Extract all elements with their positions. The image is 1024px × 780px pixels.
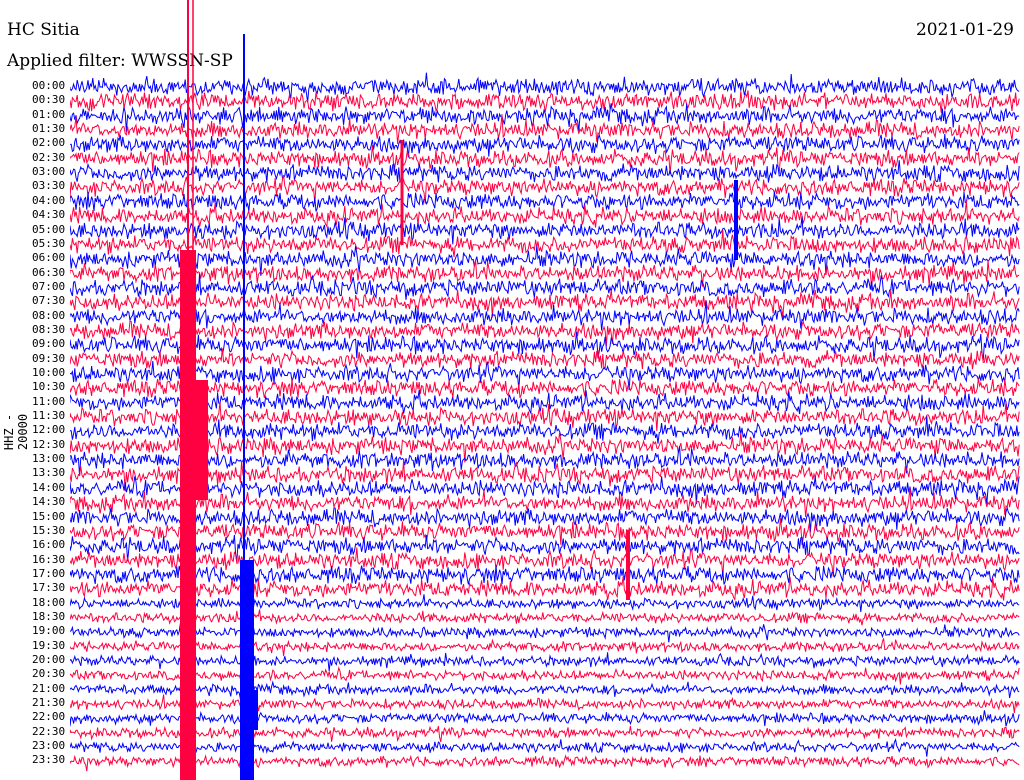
time-label: 08:30	[32, 322, 66, 336]
time-axis-labels: 00:00 00:30 01:00 01:30 02:00 02:30 03:00 03:30…	[0, 0, 66, 780]
time-label: 11:00	[32, 394, 66, 408]
time-label: 06:30	[32, 265, 66, 279]
time-label: 16:00	[32, 538, 66, 552]
trace-line	[70, 738, 1020, 757]
time-label: 20:30	[32, 667, 66, 681]
time-label: 07:00	[32, 279, 66, 293]
time-label: 07:30	[32, 294, 66, 308]
time-label: 11:30	[32, 409, 66, 423]
event-burst	[240, 560, 254, 780]
trace-line	[70, 609, 1020, 626]
time-label: 18:00	[32, 595, 66, 609]
time-label: 02:30	[32, 150, 66, 164]
time-label: 12:30	[32, 437, 66, 451]
time-label: 15:30	[32, 523, 66, 537]
time-label: 23:30	[32, 753, 66, 767]
time-label: 01:30	[32, 122, 66, 136]
time-label: 09:30	[32, 351, 66, 365]
trace-line	[70, 378, 1020, 399]
trace-line	[70, 680, 1020, 699]
event-burst	[194, 380, 208, 500]
time-label: 15:00	[32, 509, 66, 523]
time-label: 01:00	[32, 107, 66, 121]
trace-line	[70, 652, 1020, 672]
trace-line	[70, 725, 1020, 743]
time-label: 04:30	[32, 208, 66, 222]
time-label: 22:30	[32, 724, 66, 738]
time-label: 09:00	[32, 337, 66, 351]
trace-line	[70, 638, 1020, 657]
trace-line	[70, 594, 1020, 612]
time-label: 20:00	[32, 653, 66, 666]
time-label: 17:30	[32, 581, 66, 595]
trace-line	[70, 623, 1020, 643]
time-label: 23:00	[32, 739, 66, 753]
time-label: 04:00	[32, 193, 66, 207]
trace-line	[70, 666, 1020, 685]
trace-line	[70, 389, 1020, 415]
time-label: 16:30	[32, 552, 66, 566]
time-label: 17:00	[32, 566, 66, 580]
trace-line	[70, 694, 1020, 714]
time-label: 06:00	[32, 251, 66, 265]
time-label: 00:30	[32, 93, 66, 107]
time-label: 21:30	[32, 696, 66, 710]
trace-line	[70, 565, 1020, 586]
time-label: 00:00	[32, 79, 66, 92]
trace-line	[70, 331, 1020, 361]
trace-line	[70, 518, 1020, 545]
time-label: 12:00	[32, 423, 66, 437]
trace-line	[70, 754, 1020, 772]
time-label: 10:30	[32, 380, 66, 394]
time-label: 02:00	[32, 136, 66, 150]
time-label: 21:00	[32, 681, 66, 695]
time-label: 05:00	[32, 222, 66, 236]
time-label: 13:30	[32, 466, 66, 480]
seismogram-plot	[70, 0, 1020, 780]
time-label: 19:00	[32, 624, 66, 638]
time-label: 05:30	[32, 236, 66, 250]
time-label: 18:30	[32, 609, 66, 623]
trace-line	[70, 710, 1020, 727]
time-label: 03:30	[32, 179, 66, 193]
time-label: 10:00	[32, 366, 66, 379]
time-label: 13:00	[32, 452, 66, 466]
time-label: 03:00	[32, 165, 66, 179]
time-label: 19:30	[32, 638, 66, 652]
time-label: 14:00	[32, 480, 66, 494]
time-label: 22:00	[32, 710, 66, 724]
trace-line	[70, 191, 1020, 212]
trace-line	[70, 90, 1020, 113]
trace-line	[70, 506, 1020, 533]
time-label: 08:00	[32, 308, 66, 322]
time-label: 14:30	[32, 495, 66, 509]
